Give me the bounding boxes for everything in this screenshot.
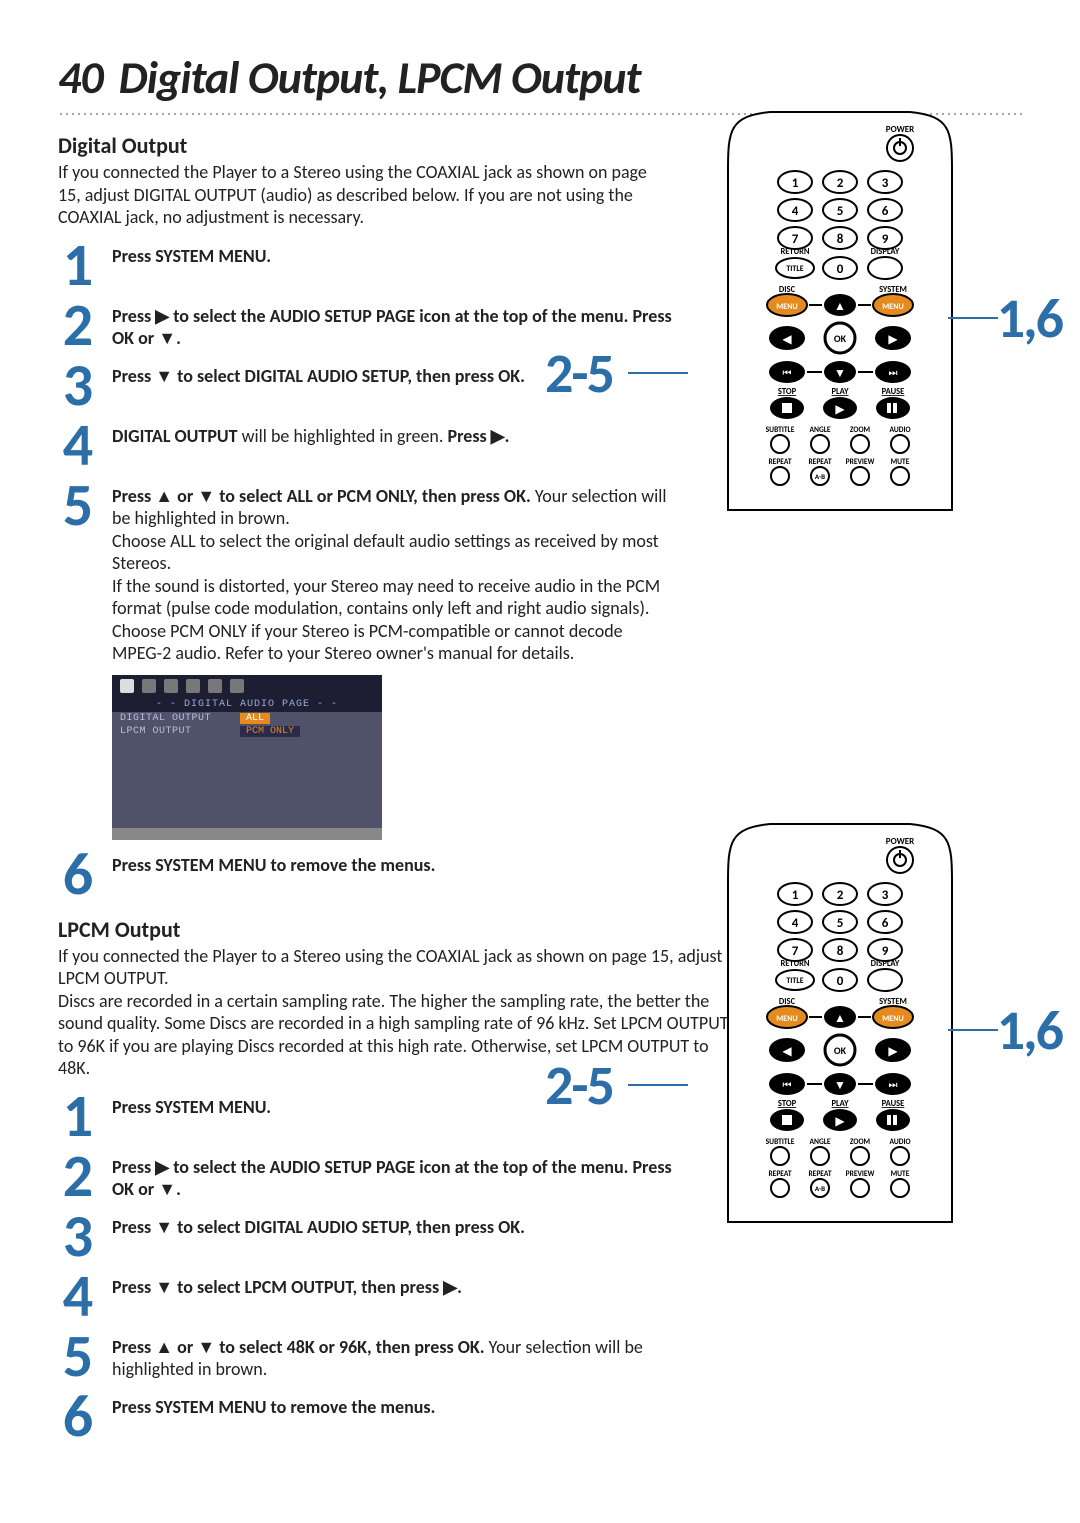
step-number-4: 4 — [58, 419, 98, 473]
remote-svg — [710, 822, 970, 1232]
down-triangle-icon: ▼ — [155, 1276, 173, 1299]
step-text-6: Press SYSTEM MENU to remove the menus. — [112, 852, 435, 877]
callout-steps-2-5: 2-5 — [545, 1052, 613, 1120]
step-text-6: Press SYSTEM MENU to remove the menus. — [112, 1394, 435, 1419]
page-title: Digital Output, LPCM Output — [119, 50, 641, 106]
step-number-3: 3 — [58, 1210, 98, 1264]
step-text-1: Press SYSTEM MENU. — [112, 1094, 271, 1119]
down-triangle-icon: ▼ — [158, 1178, 176, 1201]
callout-line — [628, 1084, 688, 1086]
step-text-3: Press ▼ to select DIGITAL AUDIO SETUP, t… — [112, 1214, 525, 1239]
page-number: 40 — [58, 50, 103, 106]
down-triangle-icon: ▼ — [197, 485, 215, 508]
step-number-6: 6 — [58, 1390, 98, 1444]
right-triangle-icon: ▶ — [491, 425, 505, 448]
callout-steps-2-5: 2-5 — [545, 340, 613, 408]
up-triangle-icon: ▲ — [155, 1336, 173, 1359]
step-number-4: 4 — [58, 1270, 98, 1324]
osd-footer — [112, 828, 382, 840]
osd-icon — [208, 679, 222, 693]
osd-icon — [142, 679, 156, 693]
up-triangle-icon: ▲ — [155, 485, 173, 508]
remote-illustration-bottom: 2-5 1,6 — [630, 822, 1050, 1232]
step-text-4: Press ▼ to select LPCM OUTPUT, then pres… — [112, 1274, 462, 1299]
down-triangle-icon: ▼ — [158, 327, 176, 350]
down-triangle-icon: ▼ — [155, 365, 173, 388]
callout-steps-1-6: 1,6 — [997, 285, 1062, 353]
step-number-5: 5 — [58, 479, 98, 533]
osd-row-value: ALL — [240, 713, 270, 724]
callout-line — [948, 1029, 998, 1031]
step-text-2: Press ▶ to select the AUDIO SETUP PAGE i… — [112, 1154, 672, 1201]
step-number-1: 1 — [58, 239, 98, 293]
step-text-4: DIGITAL OUTPUT will be highlighted in gr… — [112, 423, 509, 448]
step-number-2: 2 — [58, 1150, 98, 1204]
step-number-2: 2 — [58, 299, 98, 353]
right-triangle-icon: ▶ — [155, 305, 169, 328]
on-screen-display-mock: - - DIGITAL AUDIO PAGE - - DIGITAL OUTPU… — [112, 675, 382, 840]
down-triangle-icon: ▼ — [155, 1216, 173, 1239]
osd-row-label: LPCM OUTPUT — [120, 726, 240, 737]
osd-title-band: - - DIGITAL AUDIO PAGE - - — [112, 697, 382, 712]
step-text-5: Press ▲ or ▼ to select 48K or 96K, then … — [112, 1334, 672, 1381]
step-text-3: Press ▼ to select DIGITAL AUDIO SETUP, t… — [112, 363, 525, 388]
callout-steps-1-6: 1,6 — [997, 997, 1062, 1065]
osd-icon — [230, 679, 244, 693]
step-text-5: Press ▲ or ▼ to select ALL or PCM ONLY, … — [112, 483, 672, 665]
callout-line — [948, 317, 998, 319]
callout-line — [628, 372, 688, 374]
intro-digital-output: If you connected the Player to a Stereo … — [58, 161, 663, 229]
osd-icon — [164, 679, 178, 693]
step-number-5: 5 — [58, 1330, 98, 1384]
right-triangle-icon: ▶ — [443, 1276, 457, 1299]
osd-icon — [120, 679, 134, 693]
remote-svg: POWER 1 2 3 4 5 6 7 8 9 0 RETURN DISPLAY… — [710, 110, 970, 520]
remote-illustration-top: 2-5 1,6 POWER 1 2 3 4 5 6 7 8 9 0 — [630, 110, 1050, 520]
step-number-3: 3 — [58, 359, 98, 413]
step-text-1: Press SYSTEM MENU. — [112, 243, 271, 268]
step-number-6: 6 — [58, 848, 98, 902]
down-triangle-icon: ▼ — [197, 1336, 215, 1359]
right-triangle-icon: ▶ — [155, 1156, 169, 1179]
osd-row-label: DIGITAL OUTPUT — [120, 713, 240, 724]
step-number-1: 1 — [58, 1090, 98, 1144]
osd-icon — [186, 679, 200, 693]
osd-row-value: PCM ONLY — [240, 726, 300, 737]
